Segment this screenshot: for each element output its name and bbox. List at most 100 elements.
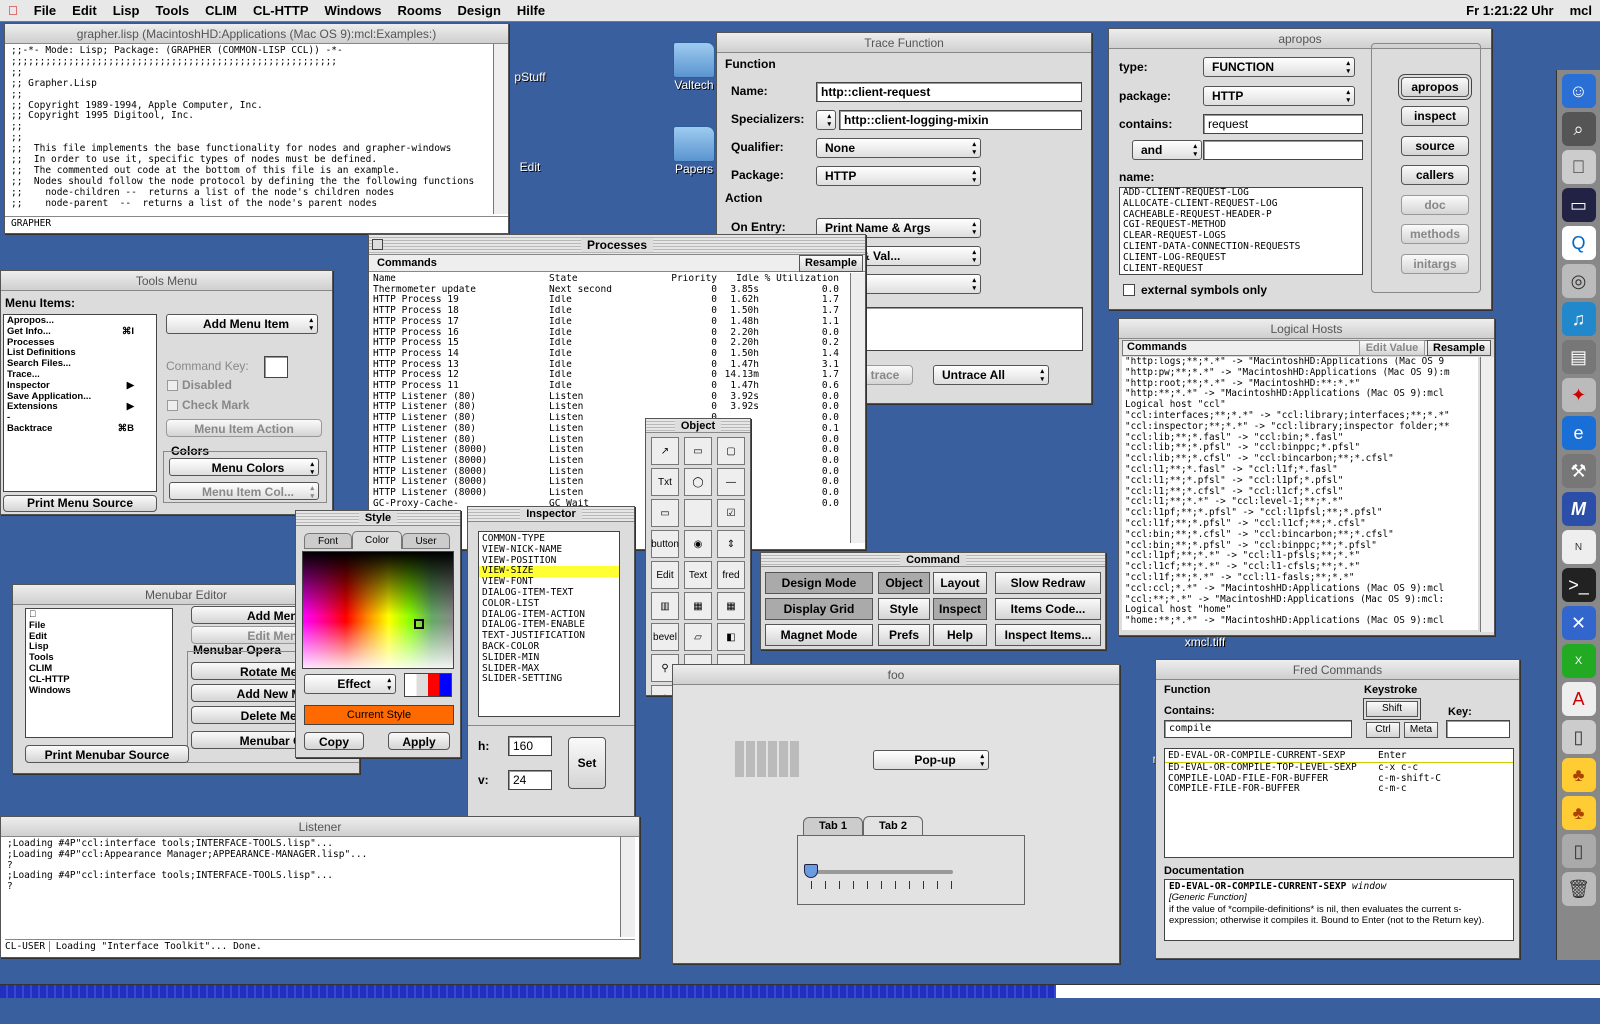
inspector-title-bar[interactable]: Inspector: [468, 507, 634, 522]
untrace-all-popup[interactable]: Untrace All: [933, 365, 1049, 385]
table-row[interactable]: HTTP Listener (8000) Listen 0.0: [373, 445, 849, 456]
close-box-icon[interactable]: [372, 239, 383, 250]
tab-1[interactable]: Tab 1: [803, 817, 863, 835]
prefs-button[interactable]: Prefs: [878, 624, 930, 646]
object-tool-icon[interactable]: —: [717, 468, 745, 496]
display-grid-button[interactable]: Display Grid: [765, 598, 873, 620]
tools-icon[interactable]: ⚒: [1561, 454, 1596, 488]
itunes-icon[interactable]: ♫: [1561, 302, 1596, 336]
xcode-icon[interactable]: X: [1561, 644, 1596, 678]
grapher-title-bar[interactable]: grapher.lisp (MacintoshHD:Applications (…: [5, 24, 508, 44]
desktop-icon-edit[interactable]: Edit: [508, 160, 552, 174]
resample-button[interactable]: Resample: [799, 255, 863, 272]
ctrl-modifier-button[interactable]: Ctrl: [1366, 722, 1400, 738]
menu-lisp[interactable]: Lisp: [105, 0, 148, 22]
print-menubar-source-button[interactable]: Print Menubar Source: [25, 745, 189, 763]
resample-button[interactable]: Resample: [1427, 340, 1491, 356]
app-menu[interactable]: mcl: [1562, 0, 1600, 22]
menu-design[interactable]: Design: [450, 0, 509, 22]
table-row[interactable]: HTTP Listener (8000) Listen 0.0: [373, 477, 849, 488]
color-picker-cursor[interactable]: [414, 619, 424, 629]
menu-file[interactable]: File: [26, 0, 64, 22]
contains-field[interactable]: request: [1203, 114, 1363, 134]
grapher-text[interactable]: ;;-*- Mode: Lisp; Package: (GRAPHER (COM…: [5, 44, 508, 216]
list-item[interactable]: SLIDER-MIN: [479, 652, 619, 664]
menubar-clock[interactable]: Fr 1:21:22 Uhr: [1458, 0, 1561, 22]
table-row[interactable]: HTTP Listener (80)Listen00.0: [373, 435, 849, 446]
print-menu-source-button[interactable]: Print Menu Source: [3, 495, 157, 512]
callers-button[interactable]: callers: [1401, 165, 1469, 185]
inspect-items-button[interactable]: Inspect Items...: [995, 624, 1101, 646]
logical-hosts-scrollbar[interactable]: [1480, 357, 1494, 632]
grapher-scrollbar[interactable]: [493, 44, 508, 214]
object-tool-icon[interactable]: ▭: [651, 499, 679, 527]
table-row[interactable]: HTTP Listener (8000) Listen 0.0: [373, 456, 849, 467]
table-row[interactable]: HTTP Process 11 Idle 0 1.47h 0.6: [373, 381, 849, 392]
style-title-bar[interactable]: Style: [296, 511, 460, 526]
object-tool-icon[interactable]: ▦: [717, 592, 745, 620]
menu-windows[interactable]: Windows: [317, 0, 390, 22]
processes-title-bar[interactable]: Processes: [369, 235, 865, 255]
design-mode-button[interactable]: Design Mode: [765, 572, 873, 594]
foo-popup[interactable]: Pop-up: [873, 750, 989, 770]
object-tool-icon[interactable]: fred: [717, 561, 745, 589]
menu-list-item[interactable]: Extensions ▶: [4, 401, 156, 413]
tree-icon[interactable]: ♣: [1561, 758, 1596, 792]
sherlock-icon[interactable]: ⌕: [1561, 112, 1596, 146]
desktop-icon-pstuff[interactable]: pStuff: [508, 70, 552, 84]
listener-title-bar[interactable]: Listener: [1, 817, 639, 837]
command-key-field[interactable]: [264, 356, 288, 378]
dvd-icon[interactable]: ◎: [1561, 264, 1596, 298]
meta-modifier-button[interactable]: Meta: [1404, 722, 1438, 738]
scanner-icon[interactable]: ▤: [1561, 340, 1596, 374]
second-contains-field[interactable]: [1203, 140, 1363, 160]
table-row[interactable]: ED-EVAL-OR-COMPILE-TOP-LEVEL-SEXP c-x c-c: [1165, 762, 1513, 774]
object-tool-icon[interactable]: Txt: [651, 468, 679, 496]
slider-track[interactable]: [811, 870, 953, 874]
color-picker[interactable]: [302, 551, 454, 669]
menubar-list-item[interactable]: File: [26, 620, 172, 632]
methods-button[interactable]: methods: [1401, 224, 1469, 244]
help-button[interactable]: Help: [933, 624, 987, 646]
initargs-button[interactable]: initargs: [1401, 254, 1469, 274]
list-item[interactable]: "ccl:bin;**;*.cfsl" -> "ccl:bincarbon;**…: [1122, 529, 1478, 541]
table-row[interactable]: HTTP Listener (8000) Listen 0.0: [373, 467, 849, 478]
inspect-button[interactable]: Inspect: [933, 598, 987, 620]
internet-explorer-icon[interactable]: e: [1561, 416, 1596, 450]
list-item[interactable]: CLIENT-LOG-REQUEST: [1120, 252, 1362, 264]
object-tool-icon[interactable]: ▭: [684, 437, 712, 465]
list-item[interactable]: VIEW-NICK-NAME: [479, 544, 619, 556]
table-row[interactable]: HTTP Process 19 Idle 0 1.62h 1.7: [373, 295, 849, 306]
apropos-name-list[interactable]: ADD-CLIENT-REQUEST-LOG ALLOCATE-CLIENT-RE…: [1119, 187, 1363, 275]
effect-popup[interactable]: Effect: [304, 674, 396, 694]
object-tool-icon[interactable]: bevel: [651, 623, 679, 651]
apple-menu-icon[interactable]: : [0, 0, 26, 22]
object-tool-icon[interactable]: ☑: [717, 499, 745, 527]
external-symbols-checkbox[interactable]: [1123, 284, 1135, 296]
qualifier-popup[interactable]: None: [816, 138, 981, 158]
table-row[interactable]: Thermometer update Next second 0 3.85s 0.0: [373, 285, 849, 296]
tab-font[interactable]: Font: [304, 533, 352, 549]
terminal-icon[interactable]: >_: [1561, 568, 1596, 602]
mcl-icon[interactable]: M: [1561, 492, 1596, 526]
list-item[interactable]: "ccl:inspector;**;*.*" -> "ccl:library;i…: [1122, 421, 1478, 433]
globe-icon[interactable]: ✕: [1561, 606, 1596, 640]
foo-title-bar[interactable]: foo: [673, 665, 1119, 685]
table-row[interactable]: COMPILE-FILE-FOR-BUFFER c-m-c: [1165, 784, 1513, 795]
object-tool-icon[interactable]: ⇕: [717, 530, 745, 558]
disk-icon[interactable]: ▯: [1561, 720, 1596, 754]
object-tool-icon[interactable]: ◧: [717, 623, 745, 651]
listener-output[interactable]: ;Loading #4P"ccl:interface tools;INTERFA…: [1, 837, 639, 937]
object-tool-icon[interactable]: ◯: [684, 468, 712, 496]
table-row[interactable]: HTTP Listener (80) Listen 0 3.92s 0.0: [373, 392, 849, 403]
disabled-checkbox[interactable]: [167, 380, 178, 391]
tree-icon-2[interactable]: ♣: [1561, 796, 1596, 830]
trash-icon[interactable]: 🗑: [1561, 872, 1596, 906]
object-tool-icon[interactable]: ◉: [684, 530, 712, 558]
apply-button[interactable]: Apply: [388, 732, 450, 750]
menu-items-list[interactable]: Apropos... Get Info... ⌘I Processes List Def…: [3, 314, 157, 492]
document-icon[interactable]: ▯: [1561, 834, 1596, 868]
list-item[interactable]: "home:**;*.*" -> "MacintoshHD:Applicatio…: [1122, 615, 1478, 627]
list-item[interactable]: CLIENT-REQUEST: [1120, 263, 1362, 274]
apple-icon[interactable]: : [1561, 150, 1596, 184]
